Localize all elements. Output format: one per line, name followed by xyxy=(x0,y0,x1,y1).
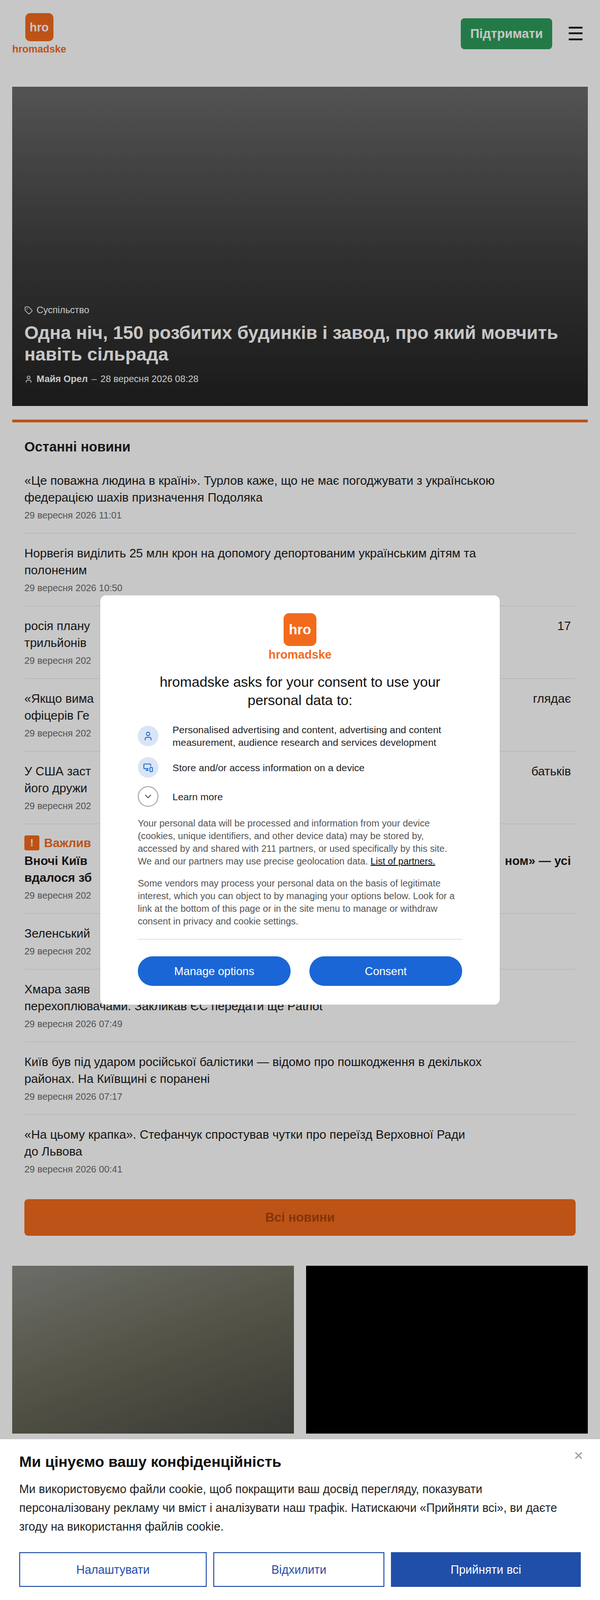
modal-divider xyxy=(137,938,463,940)
modal-paragraph: Your personal data will be processed and… xyxy=(137,817,463,868)
partners-link[interactable]: List of partners. xyxy=(370,855,436,867)
cookie-banner: ×Ми цінуємо вашу конфіденційність Ми вико… xyxy=(0,1439,600,1600)
banner-title: Ми цінуємо вашу конфіденційність xyxy=(19,1452,581,1471)
banner-button[interactable]: Відхилити xyxy=(213,1552,385,1587)
purpose-row: Personalised advertising and content, ad… xyxy=(137,723,463,749)
purpose-list: Personalised advertising and content, ad… xyxy=(137,723,463,807)
close-button[interactable]: × xyxy=(570,1445,586,1465)
banner-button[interactable]: Налаштувати xyxy=(19,1552,207,1587)
chevron-down-icon xyxy=(142,791,154,802)
logo-name: hromadske xyxy=(268,647,332,662)
purpose-row: Store and/or access information on a dev… xyxy=(137,757,463,778)
banner-button[interactable]: Прийняти всі xyxy=(390,1552,581,1587)
modal-title: hromadske asks for your consent to use y… xyxy=(137,672,463,710)
device-icon xyxy=(142,762,154,773)
banner-text: Ми використовуємо файли cookie, щоб покр… xyxy=(19,1479,581,1536)
banner-buttons: НалаштуватиВідхилитиПрийняти всі xyxy=(19,1552,581,1587)
modal-paragraph: Some vendors may process your personal d… xyxy=(137,877,463,928)
consent-modal: hrohromadske hromadske asks for your cons… xyxy=(100,595,500,1005)
consent-button[interactable]: Consent xyxy=(309,956,463,986)
person-icon xyxy=(142,730,154,742)
modal-buttons: Manage options Consent xyxy=(137,956,463,986)
logo[interactable]: hrohromadske xyxy=(137,613,463,662)
manage-options-button[interactable]: Manage options xyxy=(137,956,291,986)
page: hrohromadskeПідтримати☰СуспільствоОдна н… xyxy=(0,0,600,1600)
purpose-row[interactable]: Learn more xyxy=(137,786,463,807)
logo-mark: hro xyxy=(283,613,317,646)
modal-overlay: hrohromadske hromadske asks for your cons… xyxy=(0,0,600,1600)
